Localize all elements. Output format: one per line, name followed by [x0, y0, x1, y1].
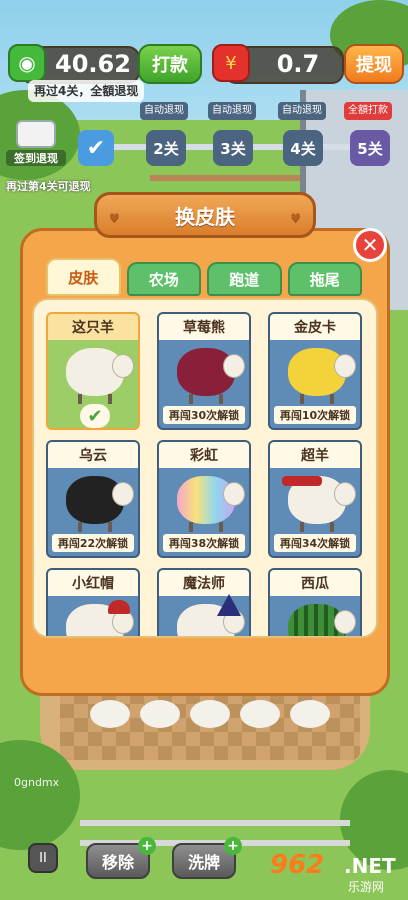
- sheep-icon: [288, 604, 356, 636]
- sheep-icon: [288, 348, 356, 404]
- unlock-requirement: 再闯34次解锁: [274, 534, 356, 552]
- level-2-tag: 自动退现: [140, 102, 188, 120]
- watermark-net: .NET: [344, 854, 396, 878]
- skin-name: 这只羊: [48, 314, 138, 340]
- cash-out-button[interactable]: 打款: [138, 44, 202, 84]
- cash-icon: ◉: [8, 44, 46, 82]
- shuffle-label: 洗牌: [187, 853, 220, 872]
- sheep-icon: [66, 348, 134, 404]
- modal-tabs: 皮肤 农场 跑道 拖尾: [46, 258, 362, 298]
- sheep-icon: [177, 348, 245, 404]
- skin-card[interactable]: 这只羊 ✔: [46, 312, 140, 430]
- pause-button[interactable]: II: [28, 843, 58, 873]
- calendar-icon: [16, 120, 56, 148]
- sheep-icon: [66, 476, 134, 532]
- skin-panel: 这只羊 ✔ 草莓熊 再闯30次解锁 金皮卡 再闯10次解锁 乌云 再闯22次解锁…: [32, 298, 378, 638]
- watermark-number: 962: [270, 850, 325, 880]
- level-4-box: 4关: [283, 130, 323, 166]
- level-2-box: 2关: [146, 130, 186, 166]
- modal-title: ♥ 换皮肤 ♥: [94, 192, 316, 238]
- skin-name: 魔法师: [159, 570, 249, 596]
- heart-icon: ♥: [290, 211, 301, 225]
- red-hat-icon: [108, 600, 130, 614]
- plus-icon: +: [224, 837, 242, 855]
- sheep-icon: [177, 476, 245, 532]
- skin-name: 金皮卡: [270, 314, 360, 340]
- tab-trail[interactable]: 拖尾: [287, 262, 362, 296]
- skin-name: 乌云: [48, 442, 138, 468]
- wizard-hat-icon: [217, 594, 241, 616]
- red-envelope-icon: ¥: [212, 44, 250, 82]
- remove-button[interactable]: 移除 +: [86, 837, 156, 879]
- redpack-value: 0.7: [276, 50, 320, 78]
- level-5-box: 5关: [350, 130, 390, 166]
- sheep-queue: [90, 700, 330, 728]
- level-1-done-check-icon: ✔: [78, 130, 114, 166]
- skin-card[interactable]: 金皮卡 再闯10次解锁: [268, 312, 362, 430]
- skin-name: 草莓熊: [159, 314, 249, 340]
- skin-name: 彩虹: [159, 442, 249, 468]
- plus-icon: +: [138, 837, 156, 855]
- skin-name: 超羊: [270, 442, 360, 468]
- withdraw-button[interactable]: 提现: [344, 44, 404, 84]
- cash-value: 40.62: [55, 50, 131, 78]
- modal-title-text: 换皮肤: [175, 204, 235, 229]
- skin-grid: 这只羊 ✔ 草莓熊 再闯30次解锁 金皮卡 再闯10次解锁 乌云 再闯22次解锁…: [46, 312, 370, 636]
- heart-icon: ♥: [109, 211, 120, 225]
- tab-farm[interactable]: 农场: [126, 262, 201, 296]
- skin-card[interactable]: 魔法师: [157, 568, 251, 636]
- cape-icon: [282, 476, 322, 486]
- tab-skin[interactable]: 皮肤: [46, 258, 121, 296]
- unlock-requirement: 再闯10次解锁: [274, 406, 356, 424]
- selected-check-icon: ✔: [80, 404, 110, 428]
- signin-label: 签到退现: [6, 150, 66, 166]
- level-4-tag: 自动退现: [278, 102, 326, 120]
- site-watermark-logo: 962 .NET 乐游网: [270, 850, 404, 896]
- skin-card[interactable]: 超羊 再闯34次解锁: [268, 440, 362, 558]
- close-button[interactable]: ✕: [353, 228, 387, 262]
- player-tag: 0gndmx: [14, 776, 60, 789]
- skin-name: 西瓜: [270, 570, 360, 596]
- watermark-sub: 乐游网: [348, 880, 385, 894]
- level-5-tag: 全額打款: [344, 102, 392, 120]
- unlock-requirement: 再闯22次解锁: [52, 534, 134, 552]
- tab-track[interactable]: 跑道: [207, 262, 282, 296]
- unlock-requirement: 再闯30次解锁: [163, 406, 245, 424]
- unlock-requirement: 再闯38次解锁: [163, 534, 245, 552]
- pass-tip: 再过4关，全額退现: [28, 80, 145, 102]
- remove-label: 移除: [101, 853, 134, 872]
- shuffle-button[interactable]: 洗牌 +: [172, 837, 242, 879]
- skin-name: 小红帽: [48, 570, 138, 596]
- skin-card[interactable]: 乌云 再闯22次解锁: [46, 440, 140, 558]
- level-3-box: 3关: [213, 130, 253, 166]
- level-3-tag: 自动退现: [208, 102, 256, 120]
- skin-card[interactable]: 草莓熊 再闯30次解锁: [157, 312, 251, 430]
- skin-card[interactable]: 西瓜: [268, 568, 362, 636]
- skin-card[interactable]: 彩虹 再闯38次解锁: [157, 440, 251, 558]
- skin-card[interactable]: 小红帽: [46, 568, 140, 636]
- signin-button[interactable]: 签到退现: [6, 120, 66, 166]
- signin-tip: 再过第4关可退现: [6, 180, 91, 193]
